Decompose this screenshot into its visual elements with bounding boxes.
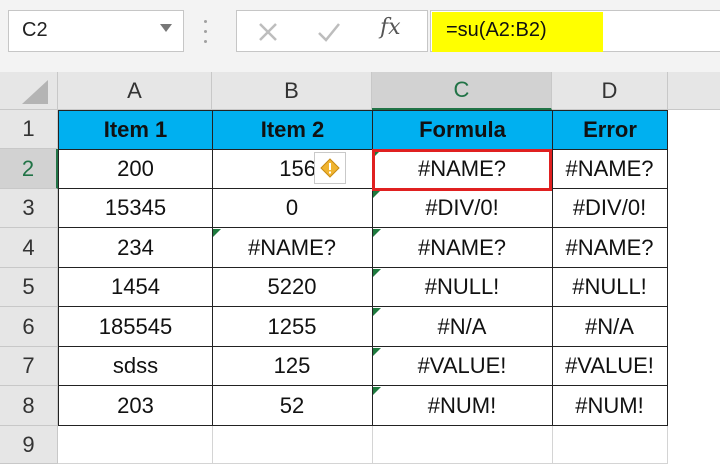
table-cell-a6[interactable]: 185545 bbox=[58, 307, 213, 347]
row-header-1[interactable]: 1 bbox=[0, 110, 58, 149]
column-header-b[interactable]: B bbox=[212, 72, 372, 110]
error-indicator-icon bbox=[373, 190, 381, 198]
column-header-a[interactable]: A bbox=[58, 72, 212, 110]
table-cell-a9[interactable] bbox=[58, 426, 213, 464]
table-header-formula[interactable]: Formula bbox=[372, 110, 553, 150]
table-cell-c6[interactable]: #N/A bbox=[372, 307, 553, 347]
drag-handle-icon[interactable] bbox=[204, 20, 208, 44]
table-cell-d6[interactable]: #N/A bbox=[552, 307, 668, 347]
fx-icon[interactable]: fx bbox=[380, 15, 401, 40]
column-e-cells[interactable] bbox=[668, 110, 720, 464]
row-header-6[interactable]: 6 bbox=[0, 307, 58, 347]
select-all-icon bbox=[22, 80, 48, 104]
check-icon[interactable] bbox=[316, 20, 342, 44]
table-cell-a3[interactable]: 15345 bbox=[58, 189, 213, 228]
row-header-4[interactable]: 4 bbox=[0, 228, 58, 268]
table-cell-c3[interactable]: #DIV/0! bbox=[372, 189, 553, 228]
error-indicator-icon bbox=[373, 269, 381, 277]
table-cell-b5[interactable]: 5220 bbox=[212, 268, 373, 307]
x-icon[interactable] bbox=[256, 20, 280, 44]
table-cell-c7[interactable]: #VALUE! bbox=[372, 347, 553, 386]
table-cell-a8[interactable]: 203 bbox=[58, 386, 213, 426]
active-cell-outline bbox=[372, 149, 552, 191]
table-cell-a5[interactable]: 1454 bbox=[58, 268, 213, 307]
table-cell-d4[interactable]: #NAME? bbox=[552, 228, 668, 268]
error-indicator-icon bbox=[373, 387, 381, 395]
column-header-e[interactable] bbox=[668, 72, 720, 110]
table-cell-c9[interactable] bbox=[372, 426, 553, 464]
table-header-item2[interactable]: Item 2 bbox=[212, 110, 373, 150]
table-cell-c5[interactable]: #NULL! bbox=[372, 268, 553, 307]
table-cell-a4[interactable]: 234 bbox=[58, 228, 213, 268]
error-indicator-icon bbox=[373, 348, 381, 356]
row-header-7[interactable]: 7 bbox=[0, 347, 58, 386]
row-header-5[interactable]: 5 bbox=[0, 268, 58, 307]
row-header-9[interactable]: 9 bbox=[0, 426, 58, 464]
table-cell-d2[interactable]: #NAME? bbox=[552, 149, 668, 189]
table-cell-b8[interactable]: 52 bbox=[212, 386, 373, 426]
table-cell-b2[interactable]: 156 bbox=[212, 149, 373, 189]
row-header-3[interactable]: 3 bbox=[0, 189, 58, 228]
row-header-8[interactable]: 8 bbox=[0, 386, 58, 426]
table-cell-c4[interactable]: #NAME? bbox=[372, 228, 553, 268]
column-header-c[interactable]: C bbox=[372, 72, 552, 110]
table-cell-b9[interactable] bbox=[212, 426, 373, 464]
table-cell-b7[interactable]: 125 bbox=[212, 347, 373, 386]
table-cell-b6[interactable]: 1255 bbox=[212, 307, 373, 347]
table-cell-b3[interactable]: 0 bbox=[212, 189, 373, 228]
column-header-d[interactable]: D bbox=[552, 72, 668, 110]
name-box-value: C2 bbox=[22, 19, 48, 41]
table-cell-a7[interactable]: sdss bbox=[58, 347, 213, 386]
table-cell-a2[interactable]: 200 bbox=[58, 149, 213, 189]
error-indicator-icon bbox=[373, 229, 381, 237]
chevron-down-icon[interactable] bbox=[160, 24, 172, 32]
table-cell-d7[interactable]: #VALUE! bbox=[552, 347, 668, 386]
table-cell-d3[interactable]: #DIV/0! bbox=[552, 189, 668, 228]
table-cell-d9[interactable] bbox=[552, 426, 668, 464]
table-cell-d8[interactable]: #NUM! bbox=[552, 386, 668, 426]
exclamation-diamond-icon[interactable] bbox=[320, 158, 340, 178]
row-header-2[interactable]: 2 bbox=[0, 149, 58, 189]
table-cell-c8[interactable]: #NUM! bbox=[372, 386, 553, 426]
table-header-item1[interactable]: Item 1 bbox=[58, 110, 213, 150]
table-cell-d5[interactable]: #NULL! bbox=[552, 268, 668, 307]
table-cell-b4[interactable]: #NAME? bbox=[212, 228, 373, 268]
formula-bar-value[interactable]: =su(A2:B2) bbox=[446, 19, 547, 42]
error-indicator-icon bbox=[213, 229, 221, 237]
table-header-error[interactable]: Error bbox=[552, 110, 668, 150]
error-indicator-icon bbox=[373, 308, 381, 316]
